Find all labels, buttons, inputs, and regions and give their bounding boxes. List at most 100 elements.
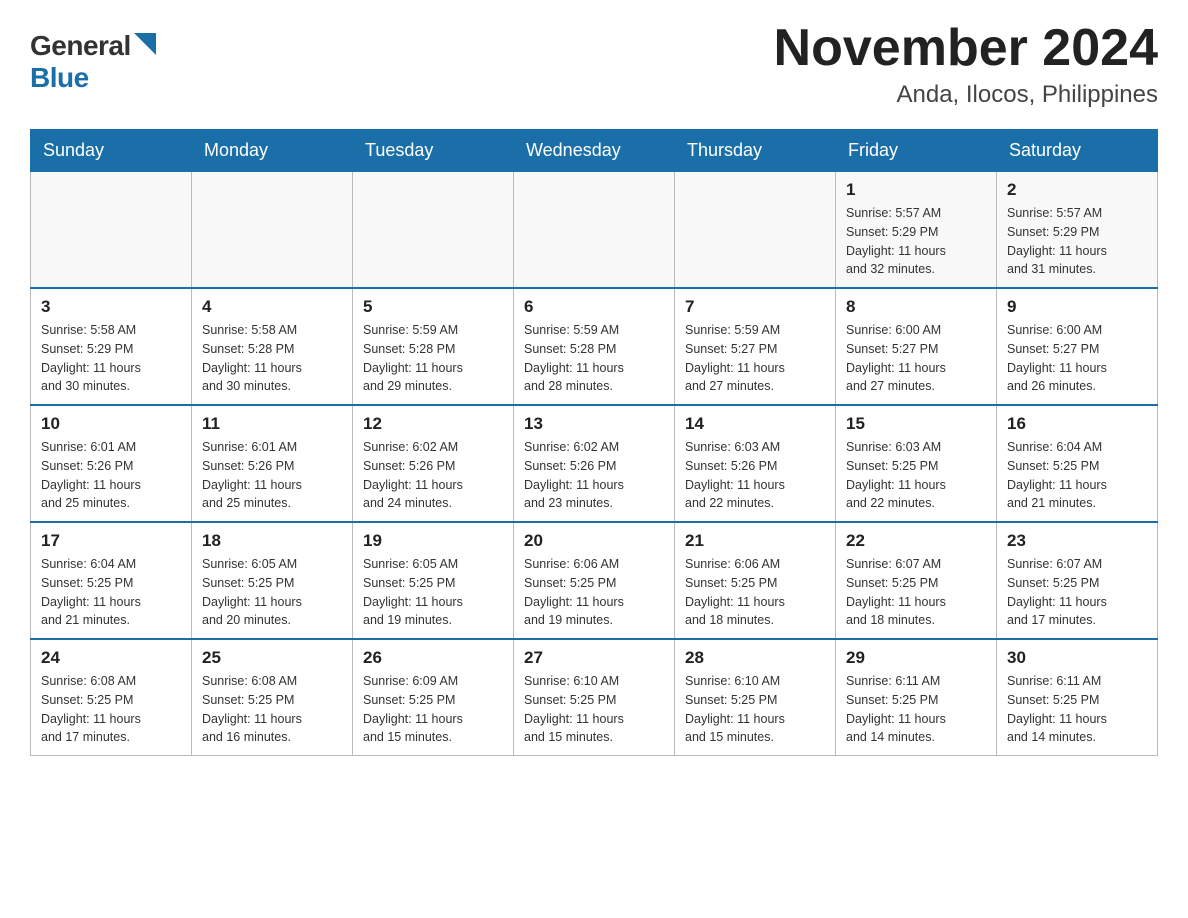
- calendar-cell: 29 Sunrise: 6:11 AM Sunset: 5:25 PM Dayli…: [836, 639, 997, 756]
- page-header: General Blue November 2024 Anda, Ilocos,…: [30, 20, 1158, 109]
- calendar-title: November 2024: [774, 20, 1158, 77]
- calendar-cell: 23 Sunrise: 6:07 AM Sunset: 5:25 PM Dayli…: [997, 522, 1158, 639]
- weekday-header-thursday: Thursday: [675, 130, 836, 172]
- day-number: 26: [363, 648, 503, 668]
- calendar-cell: [353, 172, 514, 289]
- day-number: 17: [41, 531, 181, 551]
- calendar-cell: 9 Sunrise: 6:00 AM Sunset: 5:27 PM Daylig…: [997, 288, 1158, 405]
- calendar-cell: [31, 172, 192, 289]
- day-info: Sunrise: 6:09 AM Sunset: 5:25 PM Dayligh…: [363, 672, 503, 747]
- calendar-cell: 21Sunrise: 6:06 AM Sunset: 5:25 PM Dayli…: [675, 522, 836, 639]
- day-number: 7: [685, 297, 825, 317]
- calendar-cell: 28 Sunrise: 6:10 AM Sunset: 5:25 PM Dayli…: [675, 639, 836, 756]
- day-info: Sunrise: 5:57 AM Sunset: 5:29 PM Dayligh…: [846, 204, 986, 279]
- weekday-header-sunday: Sunday: [31, 130, 192, 172]
- calendar-week-row: 3 Sunrise: 5:58 AM Sunset: 5:29 PM Daylig…: [31, 288, 1158, 405]
- calendar-cell: 27Sunrise: 6:10 AM Sunset: 5:25 PM Dayli…: [514, 639, 675, 756]
- day-info: Sunrise: 6:01 AM Sunset: 5:26 PM Dayligh…: [41, 438, 181, 513]
- calendar-cell: 18 Sunrise: 6:05 AM Sunset: 5:25 PM Dayli…: [192, 522, 353, 639]
- day-info: Sunrise: 6:00 AM Sunset: 5:27 PM Dayligh…: [1007, 321, 1147, 396]
- calendar-table: SundayMondayTuesdayWednesdayThursdayFrid…: [30, 129, 1158, 756]
- day-info: Sunrise: 6:03 AM Sunset: 5:26 PM Dayligh…: [685, 438, 825, 513]
- day-info: Sunrise: 5:59 AM Sunset: 5:27 PM Dayligh…: [685, 321, 825, 396]
- calendar-cell: 3 Sunrise: 5:58 AM Sunset: 5:29 PM Daylig…: [31, 288, 192, 405]
- weekday-header-tuesday: Tuesday: [353, 130, 514, 172]
- weekday-header-row: SundayMondayTuesdayWednesdayThursdayFrid…: [31, 130, 1158, 172]
- calendar-cell: 2 Sunrise: 5:57 AM Sunset: 5:29 PM Daylig…: [997, 172, 1158, 289]
- day-info: Sunrise: 6:08 AM Sunset: 5:25 PM Dayligh…: [202, 672, 342, 747]
- day-info: Sunrise: 6:05 AM Sunset: 5:25 PM Dayligh…: [202, 555, 342, 630]
- day-info: Sunrise: 6:02 AM Sunset: 5:26 PM Dayligh…: [524, 438, 664, 513]
- day-number: 11: [202, 414, 342, 434]
- day-number: 23: [1007, 531, 1147, 551]
- day-number: 3: [41, 297, 181, 317]
- title-block: November 2024 Anda, Ilocos, Philippines: [774, 20, 1158, 109]
- calendar-cell: 5 Sunrise: 5:59 AM Sunset: 5:28 PM Daylig…: [353, 288, 514, 405]
- weekday-header-wednesday: Wednesday: [514, 130, 675, 172]
- calendar-cell: 20 Sunrise: 6:06 AM Sunset: 5:25 PM Dayli…: [514, 522, 675, 639]
- day-info: Sunrise: 6:11 AM Sunset: 5:25 PM Dayligh…: [1007, 672, 1147, 747]
- calendar-cell: 15Sunrise: 6:03 AM Sunset: 5:25 PM Dayli…: [836, 405, 997, 522]
- logo: General Blue: [30, 20, 156, 94]
- day-info: Sunrise: 5:59 AM Sunset: 5:28 PM Dayligh…: [524, 321, 664, 396]
- calendar-cell: [514, 172, 675, 289]
- calendar-cell: 16 Sunrise: 6:04 AM Sunset: 5:25 PM Dayli…: [997, 405, 1158, 522]
- day-number: 28: [685, 648, 825, 668]
- calendar-cell: 1 Sunrise: 5:57 AM Sunset: 5:29 PM Daylig…: [836, 172, 997, 289]
- calendar-cell: 22Sunrise: 6:07 AM Sunset: 5:25 PM Dayli…: [836, 522, 997, 639]
- calendar-cell: 12Sunrise: 6:02 AM Sunset: 5:26 PM Dayli…: [353, 405, 514, 522]
- day-info: Sunrise: 6:01 AM Sunset: 5:26 PM Dayligh…: [202, 438, 342, 513]
- day-info: Sunrise: 5:58 AM Sunset: 5:29 PM Dayligh…: [41, 321, 181, 396]
- day-number: 21: [685, 531, 825, 551]
- day-number: 2: [1007, 180, 1147, 200]
- day-info: Sunrise: 6:00 AM Sunset: 5:27 PM Dayligh…: [846, 321, 986, 396]
- day-number: 4: [202, 297, 342, 317]
- day-number: 6: [524, 297, 664, 317]
- calendar-week-row: 10 Sunrise: 6:01 AM Sunset: 5:26 PM Dayli…: [31, 405, 1158, 522]
- day-info: Sunrise: 6:06 AM Sunset: 5:25 PM Dayligh…: [524, 555, 664, 630]
- day-number: 9: [1007, 297, 1147, 317]
- calendar-cell: 4 Sunrise: 5:58 AM Sunset: 5:28 PM Daylig…: [192, 288, 353, 405]
- day-number: 1: [846, 180, 986, 200]
- day-number: 25: [202, 648, 342, 668]
- day-number: 30: [1007, 648, 1147, 668]
- logo-arrow-icon: [134, 33, 156, 55]
- day-number: 29: [846, 648, 986, 668]
- day-number: 5: [363, 297, 503, 317]
- calendar-cell: 19Sunrise: 6:05 AM Sunset: 5:25 PM Dayli…: [353, 522, 514, 639]
- day-info: Sunrise: 6:05 AM Sunset: 5:25 PM Dayligh…: [363, 555, 503, 630]
- day-number: 12: [363, 414, 503, 434]
- day-number: 10: [41, 414, 181, 434]
- calendar-cell: 10 Sunrise: 6:01 AM Sunset: 5:26 PM Dayli…: [31, 405, 192, 522]
- day-info: Sunrise: 6:04 AM Sunset: 5:25 PM Dayligh…: [41, 555, 181, 630]
- day-info: Sunrise: 6:04 AM Sunset: 5:25 PM Dayligh…: [1007, 438, 1147, 513]
- day-info: Sunrise: 5:59 AM Sunset: 5:28 PM Dayligh…: [363, 321, 503, 396]
- day-info: Sunrise: 5:57 AM Sunset: 5:29 PM Dayligh…: [1007, 204, 1147, 279]
- calendar-cell: 14Sunrise: 6:03 AM Sunset: 5:26 PM Dayli…: [675, 405, 836, 522]
- logo-blue-text: Blue: [30, 62, 89, 94]
- day-info: Sunrise: 6:10 AM Sunset: 5:25 PM Dayligh…: [524, 672, 664, 747]
- calendar-cell: 8Sunrise: 6:00 AM Sunset: 5:27 PM Daylig…: [836, 288, 997, 405]
- calendar-cell: 13Sunrise: 6:02 AM Sunset: 5:26 PM Dayli…: [514, 405, 675, 522]
- day-number: 15: [846, 414, 986, 434]
- day-info: Sunrise: 5:58 AM Sunset: 5:28 PM Dayligh…: [202, 321, 342, 396]
- calendar-cell: [192, 172, 353, 289]
- calendar-cell: 7 Sunrise: 5:59 AM Sunset: 5:27 PM Daylig…: [675, 288, 836, 405]
- day-info: Sunrise: 6:11 AM Sunset: 5:25 PM Dayligh…: [846, 672, 986, 747]
- calendar-cell: 17 Sunrise: 6:04 AM Sunset: 5:25 PM Dayli…: [31, 522, 192, 639]
- day-info: Sunrise: 6:10 AM Sunset: 5:25 PM Dayligh…: [685, 672, 825, 747]
- calendar-week-row: 17 Sunrise: 6:04 AM Sunset: 5:25 PM Dayli…: [31, 522, 1158, 639]
- day-number: 16: [1007, 414, 1147, 434]
- calendar-cell: 6 Sunrise: 5:59 AM Sunset: 5:28 PM Daylig…: [514, 288, 675, 405]
- day-number: 24: [41, 648, 181, 668]
- calendar-cell: [675, 172, 836, 289]
- day-number: 22: [846, 531, 986, 551]
- day-number: 20: [524, 531, 664, 551]
- day-info: Sunrise: 6:08 AM Sunset: 5:25 PM Dayligh…: [41, 672, 181, 747]
- calendar-cell: 24 Sunrise: 6:08 AM Sunset: 5:25 PM Dayli…: [31, 639, 192, 756]
- day-info: Sunrise: 6:07 AM Sunset: 5:25 PM Dayligh…: [1007, 555, 1147, 630]
- day-number: 18: [202, 531, 342, 551]
- calendar-cell: 30 Sunrise: 6:11 AM Sunset: 5:25 PM Dayli…: [997, 639, 1158, 756]
- calendar-week-row: 1 Sunrise: 5:57 AM Sunset: 5:29 PM Daylig…: [31, 172, 1158, 289]
- calendar-subtitle: Anda, Ilocos, Philippines: [774, 81, 1158, 109]
